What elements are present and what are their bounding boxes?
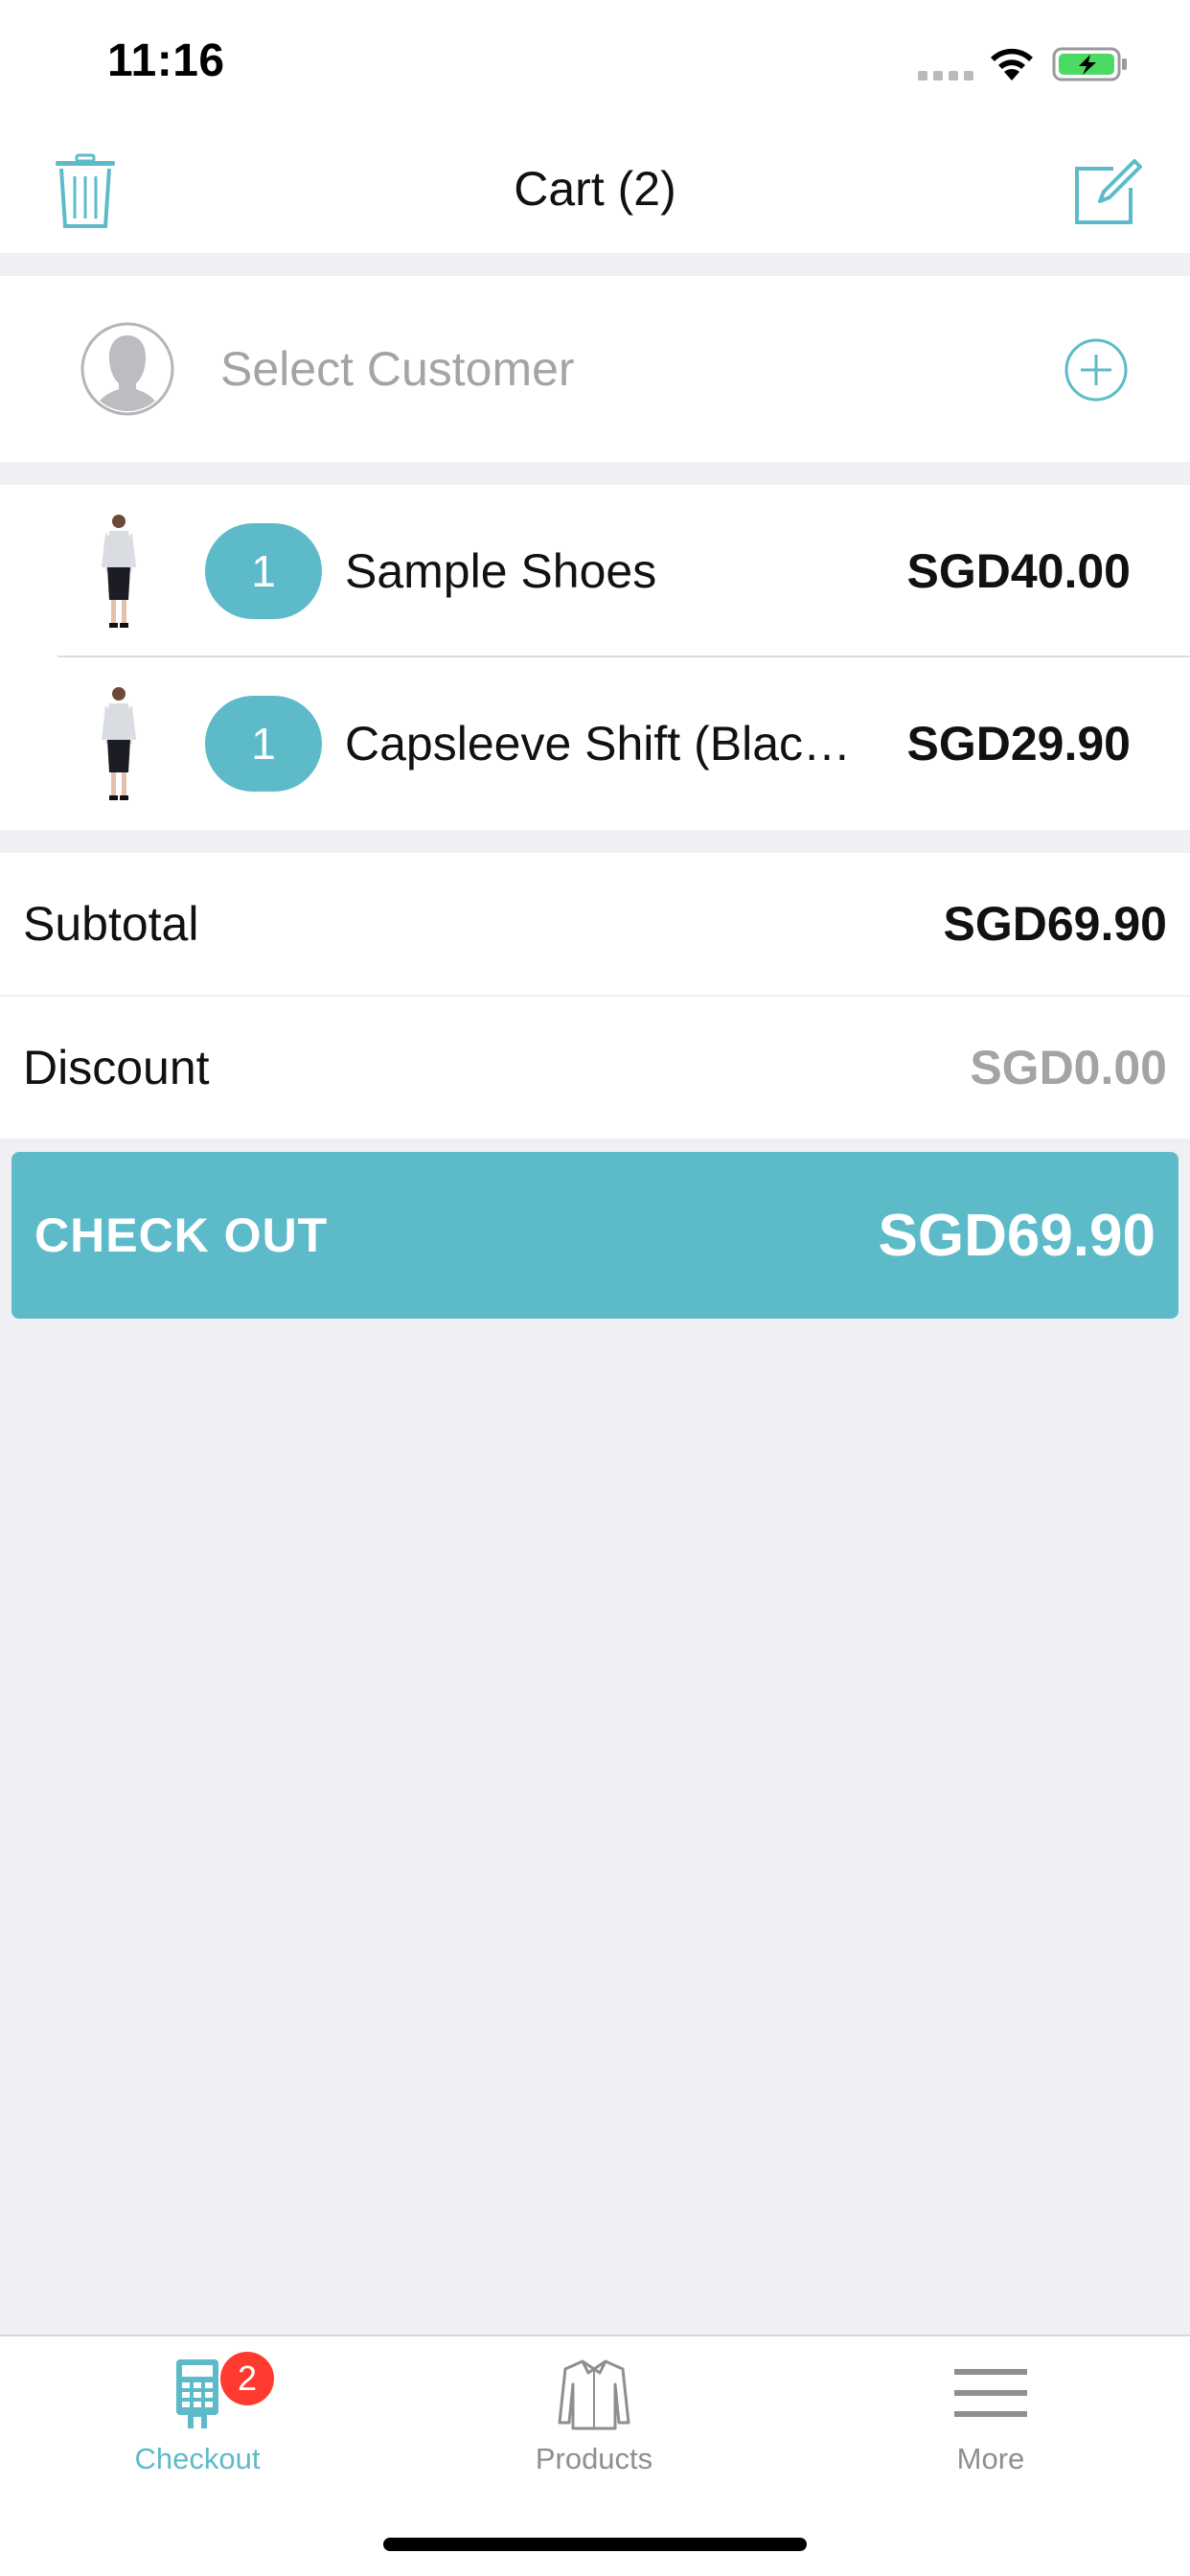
menu-icon bbox=[954, 2369, 1027, 2417]
item-price: SGD29.90 bbox=[906, 717, 1131, 770]
discount-label: Discount bbox=[23, 1041, 210, 1094]
product-thumbnail bbox=[102, 687, 136, 800]
cellular-signal-icon bbox=[918, 71, 973, 82]
home-indicator[interactable] bbox=[383, 2538, 807, 2551]
item-price: SGD40.00 bbox=[906, 544, 1131, 598]
shirt-icon bbox=[558, 2359, 630, 2430]
cart-item[interactable]: 1 Sample Shoes SGD40.00 bbox=[0, 485, 1190, 657]
product-thumbnail bbox=[102, 515, 136, 628]
tab-label: More bbox=[956, 2442, 1025, 2475]
quantity-badge[interactable]: 1 bbox=[205, 696, 322, 792]
compose-icon[interactable] bbox=[1071, 155, 1144, 228]
subtotal-label: Subtotal bbox=[23, 897, 199, 951]
subtotal-row: Subtotal SGD69.90 bbox=[0, 853, 1190, 995]
wifi-icon bbox=[991, 48, 1033, 80]
checkout-label: CHECK OUT bbox=[34, 1208, 329, 1262]
select-customer-row[interactable]: Select Customer bbox=[0, 276, 1190, 462]
discount-value: SGD0.00 bbox=[970, 1041, 1167, 1094]
select-customer-label: Select Customer bbox=[220, 342, 575, 396]
item-name: Sample Shoes bbox=[345, 544, 657, 598]
nav-bar: Cart (2) bbox=[0, 125, 1190, 253]
checkout-button[interactable]: CHECK OUT SGD69.90 bbox=[11, 1152, 1179, 1319]
user-avatar-icon bbox=[80, 322, 174, 416]
subtotal-value: SGD69.90 bbox=[943, 897, 1167, 951]
tab-products[interactable]: Products bbox=[450, 2336, 738, 2490]
cart-count-badge: 2 bbox=[220, 2352, 274, 2405]
page-title: Cart (2) bbox=[514, 162, 676, 216]
tab-checkout[interactable]: 2 Checkout bbox=[54, 2336, 341, 2490]
status-time: 11:16 bbox=[107, 35, 225, 86]
status-bar: 11:16 bbox=[0, 0, 1190, 125]
tab-label: Checkout bbox=[134, 2442, 261, 2475]
battery-charging-icon bbox=[1052, 47, 1127, 81]
discount-row[interactable]: Discount SGD0.00 bbox=[0, 997, 1190, 1138]
checkout-total: SGD69.90 bbox=[878, 1202, 1156, 1269]
tab-label: Products bbox=[535, 2442, 653, 2475]
quantity-badge[interactable]: 1 bbox=[205, 523, 322, 619]
tab-more[interactable]: More bbox=[847, 2336, 1134, 2490]
cart-item[interactable]: 1 Capsleeve Shift (Blac… SGD29.90 bbox=[0, 657, 1190, 830]
cart-item-list: 1 Sample Shoes SGD40.00 1 Capsleeve Shif… bbox=[0, 485, 1190, 830]
item-name: Capsleeve Shift (Blac… bbox=[345, 717, 852, 770]
add-circle-icon[interactable] bbox=[1064, 337, 1129, 402]
